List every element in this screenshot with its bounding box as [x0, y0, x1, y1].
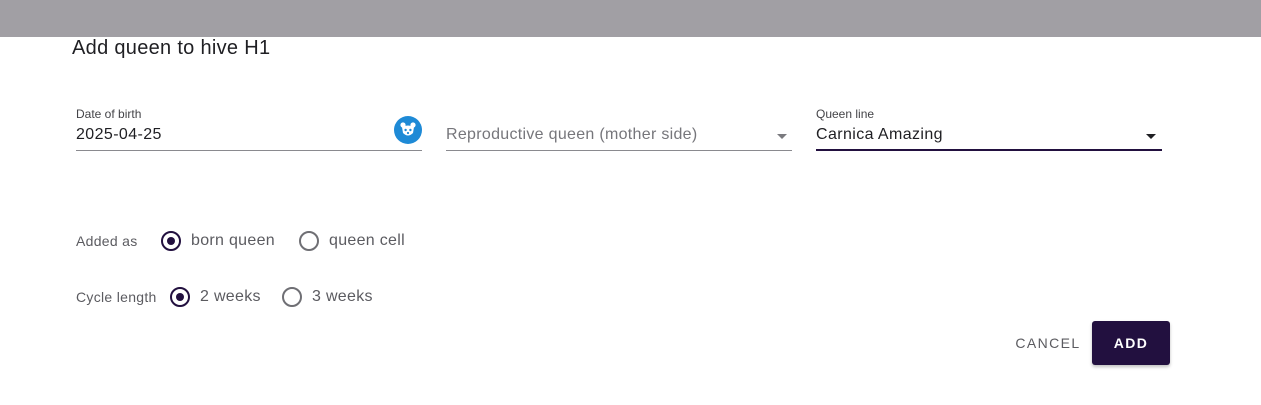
- date-of-birth-field[interactable]: Date of birth 2025-04-25: [76, 104, 422, 151]
- three-weeks-label[interactable]: 3 weeks: [312, 288, 373, 306]
- added-as-born-queen-radio[interactable]: born queen: [161, 231, 275, 251]
- modal-backdrop[interactable]: [0, 0, 1261, 37]
- cycle-length-label: Cycle length: [76, 289, 157, 305]
- bee-face-icon[interactable]: [394, 116, 422, 144]
- chevron-down-icon[interactable]: [777, 134, 787, 139]
- cancel-button[interactable]: CANCEL: [1007, 321, 1089, 365]
- cycle-length-2-weeks-radio[interactable]: 2 weeks: [170, 287, 261, 307]
- radio-unchecked-icon[interactable]: [282, 287, 302, 307]
- born-queen-label[interactable]: born queen: [191, 232, 275, 250]
- mother-queen-select[interactable]: Reproductive queen (mother side): [446, 104, 792, 151]
- queen-line-underline: [816, 149, 1162, 151]
- bee-face-icon-glyph: [400, 122, 416, 136]
- cycle-length-3-weeks-radio[interactable]: 3 weeks: [282, 287, 373, 307]
- chevron-down-icon[interactable]: [1146, 134, 1156, 139]
- date-of-birth-label: Date of birth: [76, 107, 142, 121]
- queen-line-label: Queen line: [816, 107, 875, 121]
- radio-unchecked-icon[interactable]: [299, 231, 319, 251]
- radio-dot: [176, 293, 184, 301]
- two-weeks-label[interactable]: 2 weeks: [200, 288, 261, 306]
- radio-dot: [167, 237, 175, 245]
- add-button[interactable]: ADD: [1092, 321, 1170, 365]
- date-of-birth-value[interactable]: 2025-04-25: [76, 126, 162, 144]
- added-as-queen-cell-radio[interactable]: queen cell: [299, 231, 405, 251]
- date-of-birth-underline: [76, 150, 422, 151]
- mother-queen-underline: [446, 150, 792, 151]
- radio-checked-icon[interactable]: [170, 287, 190, 307]
- radio-checked-icon[interactable]: [161, 231, 181, 251]
- dialog-title: Add queen to hive H1: [72, 37, 271, 59]
- queen-line-select[interactable]: Queen line Carnica Amazing: [816, 104, 1162, 151]
- cycle-length-group: Cycle length: [76, 285, 157, 309]
- queen-line-value[interactable]: Carnica Amazing: [816, 126, 943, 144]
- mother-queen-placeholder: Reproductive queen (mother side): [446, 126, 698, 143]
- queen-cell-label[interactable]: queen cell: [329, 232, 405, 250]
- added-as-label: Added as: [76, 233, 138, 249]
